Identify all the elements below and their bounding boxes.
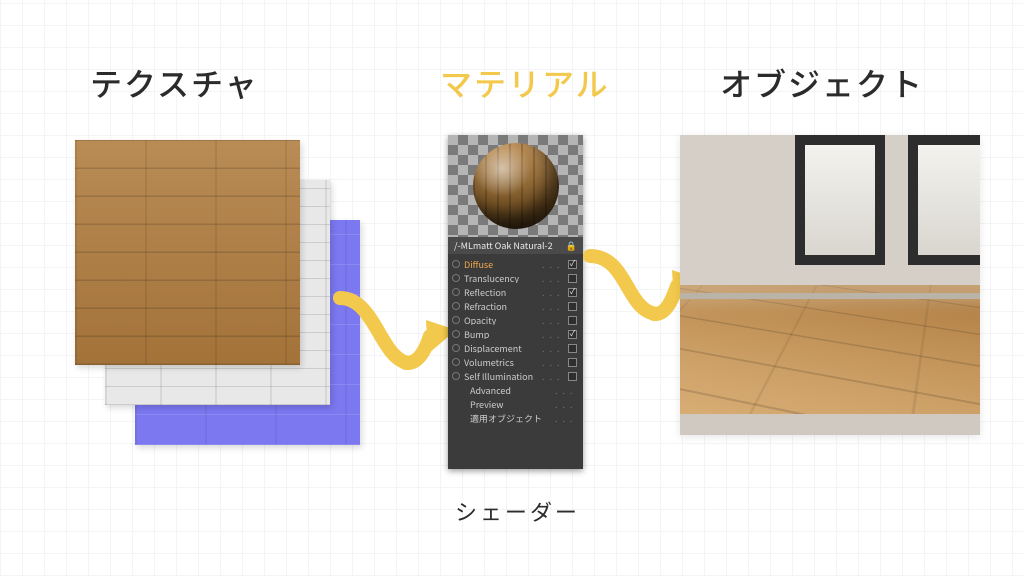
shader-property-row[interactable]: Opacity. . .: [448, 313, 583, 327]
shader-property-row[interactable]: Reflection. . .: [448, 285, 583, 299]
shader-property-checkbox[interactable]: [568, 316, 577, 325]
shader-property-list: Diffuse. . .Translucency. . .Reflection.…: [448, 254, 583, 427]
shader-property-checkbox[interactable]: [568, 274, 577, 283]
render-window: [795, 135, 885, 265]
radio-icon[interactable]: [452, 288, 460, 296]
rendered-object: [680, 135, 980, 435]
shader-property-label: Reflection: [464, 288, 538, 297]
radio-icon[interactable]: [452, 260, 460, 268]
shader-property-row[interactable]: Translucency. . .: [448, 271, 583, 285]
shader-property-label: Bump: [464, 330, 538, 339]
shader-section-label: 適用オブジェクト: [470, 414, 551, 423]
heading-material: マテリアル: [440, 60, 610, 106]
label-shader: シェーダー: [455, 495, 580, 527]
texture-diffuse: [75, 140, 300, 365]
shader-property-label: Diffuse: [464, 260, 538, 269]
radio-icon[interactable]: [452, 372, 460, 380]
shader-property-row[interactable]: Refraction. . .: [448, 299, 583, 313]
material-preview-sphere: [473, 143, 559, 229]
shader-section-row[interactable]: Preview. . .: [448, 397, 583, 411]
radio-icon[interactable]: [452, 274, 460, 282]
shader-property-checkbox[interactable]: [568, 344, 577, 353]
shader-property-checkbox[interactable]: [568, 358, 577, 367]
shader-section-row[interactable]: 適用オブジェクト. . .: [448, 411, 583, 425]
radio-icon[interactable]: [452, 344, 460, 352]
shader-property-label: Opacity: [464, 316, 538, 325]
shader-property-checkbox[interactable]: [568, 260, 577, 269]
shader-property-label: Volumetrics: [464, 358, 538, 367]
shader-property-row[interactable]: Bump. . .: [448, 327, 583, 341]
shader-property-checkbox[interactable]: [568, 288, 577, 297]
shader-section-row[interactable]: Advanced. . .: [448, 383, 583, 397]
shader-section-label: Advanced: [470, 386, 551, 395]
render-baseboard: [680, 293, 980, 299]
render-floor: [680, 285, 980, 414]
shader-property-label: Refraction: [464, 302, 538, 311]
material-name-field[interactable]: /-MLmatt Oak Natural-2 🔒: [448, 237, 583, 254]
shader-section-label: Preview: [470, 400, 551, 409]
radio-icon[interactable]: [452, 302, 460, 310]
heading-texture: テクスチャ: [90, 60, 259, 106]
shader-property-row[interactable]: Volumetrics. . .: [448, 355, 583, 369]
shader-property-row[interactable]: Diffuse. . .: [448, 257, 583, 271]
lock-icon[interactable]: 🔒: [566, 241, 577, 250]
radio-icon[interactable]: [452, 316, 460, 324]
radio-icon[interactable]: [452, 330, 460, 338]
shader-property-checkbox[interactable]: [568, 372, 577, 381]
texture-stack: [75, 140, 355, 450]
material-preview: [448, 135, 583, 237]
shader-property-label: Displacement: [464, 344, 538, 353]
heading-object: オブジェクト: [720, 60, 924, 106]
shader-property-label: Self Illumination: [464, 372, 538, 381]
shader-property-row[interactable]: Self Illumination. . .: [448, 369, 583, 383]
shader-property-row[interactable]: Displacement. . .: [448, 341, 583, 355]
radio-icon[interactable]: [452, 358, 460, 366]
shader-property-label: Translucency: [464, 274, 538, 283]
shader-property-checkbox[interactable]: [568, 302, 577, 311]
arrow-texture-to-material: [330, 278, 460, 388]
render-window: [908, 135, 980, 265]
shader-property-checkbox[interactable]: [568, 330, 577, 339]
material-name-text: /-MLmatt Oak Natural-2: [454, 241, 553, 250]
material-editor-panel: /-MLmatt Oak Natural-2 🔒 Diffuse. . .Tra…: [448, 135, 583, 469]
